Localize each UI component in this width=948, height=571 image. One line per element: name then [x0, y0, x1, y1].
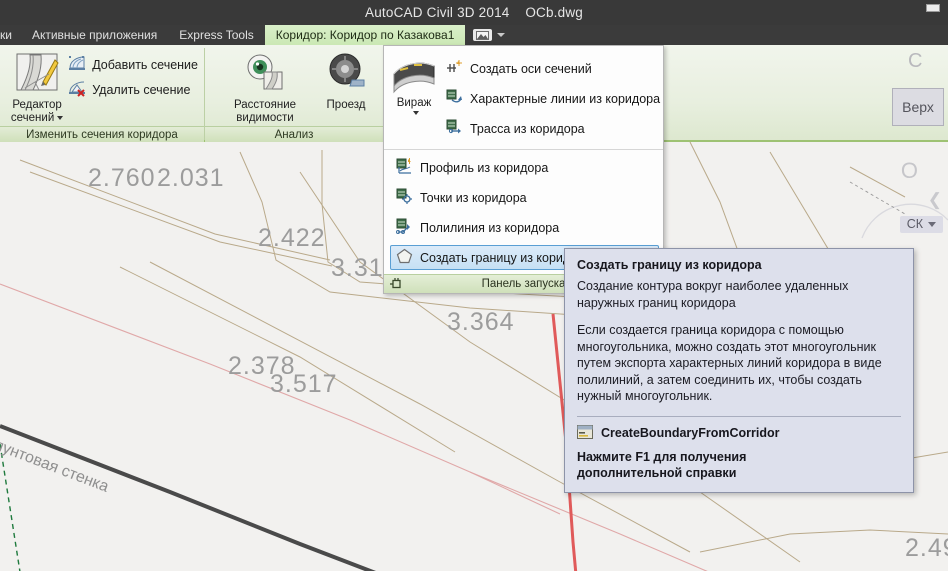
alignment-from-corridor-icon: [446, 119, 463, 138]
delete-section-label: Удалить сечение: [92, 83, 191, 97]
menu-label: Полилиния из коридора: [420, 220, 560, 235]
profile-from-corridor-icon: [396, 158, 413, 177]
drive-label: Проезд: [326, 99, 366, 112]
orbit-icon[interactable]: O: [901, 158, 918, 184]
sight-distance-label: Расстояние видимости: [233, 99, 297, 125]
menu-label: Трасса из коридора: [470, 121, 585, 136]
pin-icon[interactable]: [389, 277, 403, 294]
section-editor-label-line2: сечений: [10, 112, 55, 125]
tabbar-spacer: [513, 25, 948, 45]
menu-label: Профиль из коридора: [420, 160, 549, 175]
autocad-civil3d-window: 2.760 2.031 2.422 3.318 3.002 3.364 2.37…: [0, 0, 948, 571]
menu-item-points-from-corridor[interactable]: Точки из коридора: [390, 185, 659, 210]
window-title: AutoCAD Civil 3D 2014 OCb.dwg: [365, 5, 583, 20]
tab-active-apps[interactable]: Активные приложения: [21, 25, 168, 45]
view-cube[interactable]: С Верх: [862, 48, 946, 134]
points-from-corridor-icon: [396, 188, 413, 207]
tooltip-help-line-2: дополнительной справки: [577, 466, 737, 480]
command-tooltip: Создать границу из коридора Создание кон…: [564, 248, 914, 493]
drive-button[interactable]: Проезд: [317, 49, 375, 112]
polyline-from-corridor-icon: [396, 218, 413, 237]
tooltip-help-line-1: Нажмите F1 для получения: [577, 449, 747, 464]
ribbon-display-options[interactable]: [465, 25, 513, 45]
tooltip-command-name: CreateBoundaryFromCorridor: [601, 426, 780, 440]
add-section-button[interactable]: Добавить сечение: [68, 55, 198, 75]
delete-section-button[interactable]: Удалить сечение: [68, 80, 198, 100]
section-editor-icon: [15, 52, 59, 96]
menu-item-polyline-from-corridor[interactable]: Полилиния из коридора: [390, 215, 659, 240]
menu-item-feature-lines-from-corridor[interactable]: Характерные линии из коридора: [440, 86, 666, 111]
tooltip-paragraph-2: Если создается граница коридора с помощь…: [577, 323, 882, 403]
superelevation-icon: [390, 54, 438, 97]
steering-wheel-dropdown[interactable]: СК: [899, 216, 943, 233]
menu-item-create-sample-lines[interactable]: Создать оси сечений: [440, 56, 666, 81]
sight-distance-icon: [244, 52, 286, 96]
elevation-label: 2.760: [88, 164, 156, 192]
chevron-down-icon[interactable]: [412, 111, 419, 115]
tab-corridor-contextual[interactable]: Коридор: Коридор по Казакова1: [264, 25, 466, 45]
menu-label: Создать оси сечений: [470, 61, 592, 76]
tab-clipped[interactable]: ки: [0, 25, 21, 45]
tooltip-divider: [577, 415, 901, 417]
steering-wheel-label: СК: [906, 217, 923, 231]
elevation-label: 2.49: [905, 534, 948, 562]
ribbon-panel-analysis: Расстояние видимости Проезд Анализ: [205, 45, 383, 142]
command-icon: [577, 424, 593, 442]
chevron-down-icon[interactable]: [497, 33, 506, 37]
superelevation-label: Вираж: [396, 97, 432, 109]
tab-express-tools[interactable]: Express Tools: [168, 25, 264, 45]
chevron-down-icon[interactable]: [57, 116, 64, 121]
feature-lines-from-corridor-icon: [446, 89, 463, 108]
ribbon-panel-modify-corridor-sections: Редактор сечений Добавить сечение Удалит…: [0, 45, 204, 142]
section-editor-button[interactable]: Редактор сечений: [6, 49, 68, 126]
panel-title-modify-corridor-sections: Изменить сечения коридора: [0, 126, 204, 142]
nav-bar-button[interactable]: [926, 4, 940, 12]
chevron-left-icon[interactable]: ❮: [928, 190, 942, 210]
delete-section-icon: [68, 80, 86, 100]
tooltip-paragraph-1: Создание контура вокруг наиболее удаленн…: [577, 279, 849, 310]
panel-title-analysis: Анализ: [205, 126, 383, 142]
menu-label: Точки из коридора: [420, 190, 527, 205]
menu-item-alignment-from-corridor[interactable]: Трасса из коридора: [440, 116, 666, 141]
view-cube-top-face[interactable]: Верх: [892, 88, 944, 126]
create-sample-lines-icon: [446, 59, 463, 78]
elevation-label: 2.031: [157, 164, 225, 192]
elevation-label: 2.422: [258, 224, 326, 252]
minimize-ribbon-icon[interactable]: [473, 29, 493, 41]
elevation-label: 3.517: [270, 370, 338, 398]
superelevation-button[interactable]: Вираж: [390, 52, 438, 141]
add-section-label: Добавить сечение: [92, 58, 198, 72]
drive-icon: [326, 52, 366, 96]
chevron-down-icon: [928, 221, 936, 227]
menu-top-group: Вираж Создать оси сечений Характерные ли…: [384, 46, 663, 149]
section-editor-label-line1: Редактор: [12, 99, 62, 112]
menu-top-items: Создать оси сечений Характерные линии из…: [438, 52, 666, 141]
add-section-icon: [68, 55, 86, 75]
elevation-label: 3.364: [447, 308, 515, 336]
title-bar: AutoCAD Civil 3D 2014 OCb.dwg: [0, 0, 948, 25]
menu-label: Характерные линии из коридора: [470, 91, 661, 106]
ribbon-tab-bar[interactable]: ки Активные приложения Express Tools Кор…: [0, 25, 948, 45]
menu-item-profile-from-corridor[interactable]: Профиль из коридора: [390, 155, 659, 180]
tooltip-command-row: CreateBoundaryFromCorridor: [577, 424, 901, 442]
tooltip-spacer: [577, 311, 901, 322]
boundary-from-corridor-icon: [396, 248, 413, 267]
sight-distance-button[interactable]: Расстояние видимости: [213, 49, 317, 126]
view-cube-north-label: С: [908, 50, 923, 72]
tooltip-title: Создать границу из коридора: [577, 258, 762, 272]
